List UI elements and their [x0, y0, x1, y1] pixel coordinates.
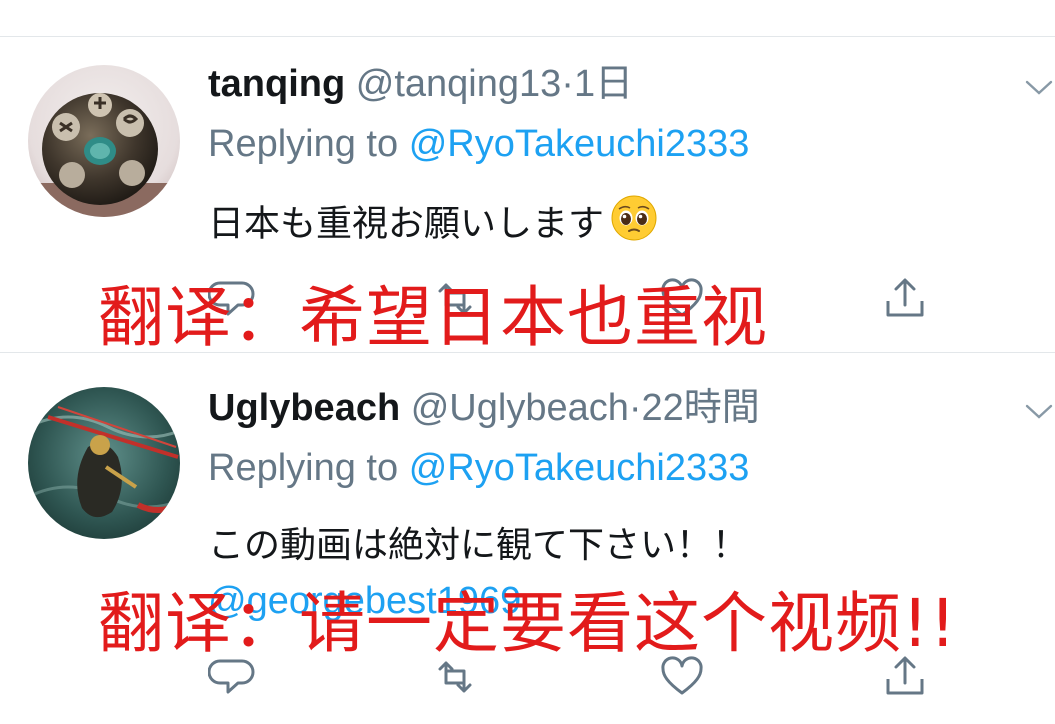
dice-avatar-image [28, 65, 180, 217]
replying-to-label: Replying to [208, 447, 399, 489]
tweet-replies-screen: tanqing @tanqing13·1日 Replying to @RyoTa… [0, 0, 1055, 724]
replying-to: Replying to @RyoTakeuchi2333 [208, 121, 749, 167]
tweet-text: 日本も重視お願いします [208, 194, 658, 255]
replying-to-label: Replying to [208, 123, 399, 165]
tweet-body: 日本も重視お願いします [208, 202, 605, 244]
user-handle[interactable]: @Uglybeach [411, 387, 629, 429]
translation-overlay: 翻译：请一定要看这个视频!! [98, 585, 957, 662]
translation-overlay: 翻译：希望日本也重视 [98, 279, 768, 356]
previous-tweet-edge [0, 0, 1055, 37]
tweet-body: この動画は絶対に観て下さい！！ [208, 524, 749, 565]
avatar[interactable] [28, 65, 180, 217]
tweet-text: この動画は絶対に観て下さい！！ [208, 523, 748, 567]
timestamp[interactable]: 1日 [574, 63, 633, 105]
replying-to-handle[interactable]: @RyoTakeuchi2333 [409, 447, 750, 489]
chevron-down-icon[interactable] [1024, 401, 1054, 423]
pleading-face-emoji [610, 194, 658, 252]
display-name[interactable]: Uglybeach [208, 387, 400, 429]
chevron-down-icon[interactable] [1024, 77, 1054, 99]
timestamp[interactable]: 22時間 [642, 387, 760, 429]
replying-to-handle[interactable]: @RyoTakeuchi2333 [409, 123, 750, 165]
avatar[interactable] [28, 387, 180, 539]
tweet[interactable]: Uglybeach @Uglybeach·22時間 Replying to @R… [0, 353, 1055, 724]
separator-dot: · [628, 387, 642, 429]
painted-figure-avatar-image [28, 387, 180, 539]
tweet-header: Uglybeach @Uglybeach·22時間 [208, 385, 760, 431]
replying-to: Replying to @RyoTakeuchi2333 [208, 445, 749, 491]
separator-dot: · [561, 63, 574, 105]
share-icon[interactable] [880, 275, 930, 323]
display-name[interactable]: tanqing [208, 63, 345, 105]
user-handle[interactable]: @tanqing13 [356, 63, 562, 105]
tweet-header: tanqing @tanqing13·1日 [208, 61, 633, 107]
